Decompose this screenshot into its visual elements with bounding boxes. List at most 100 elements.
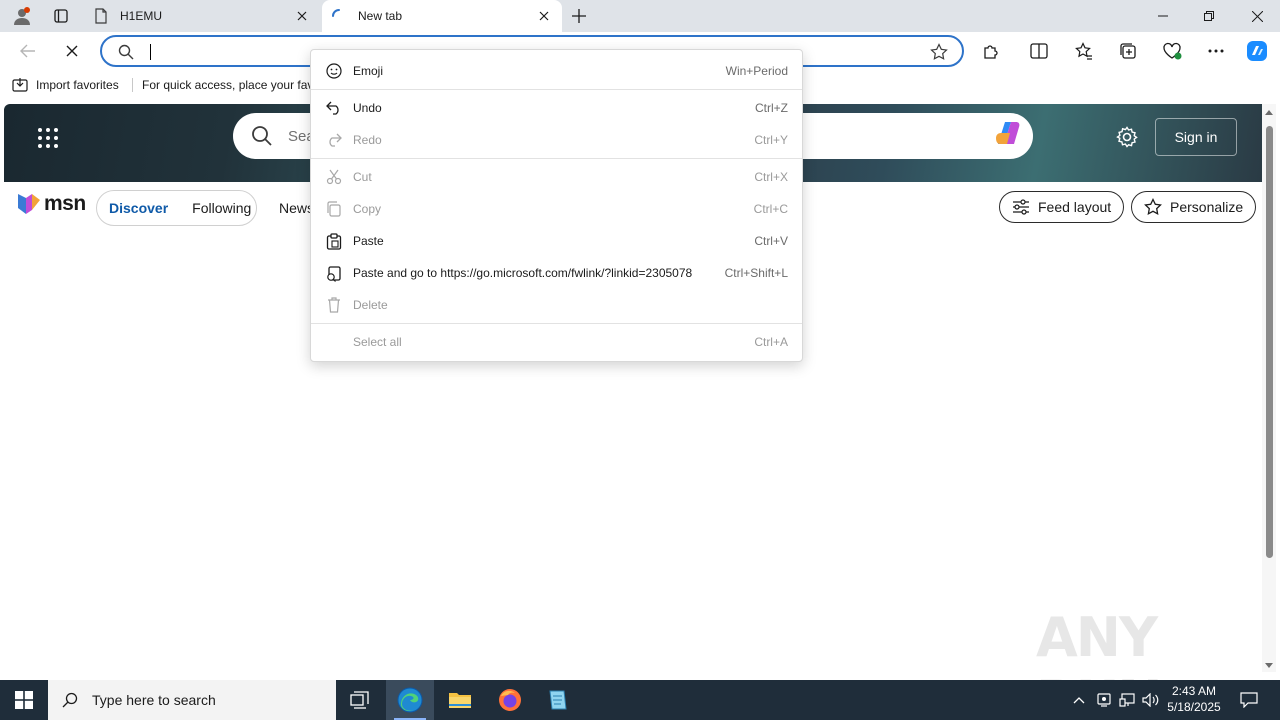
browser-essentials-button[interactable] <box>1158 37 1186 65</box>
scroll-up-icon[interactable] <box>1264 108 1274 116</box>
favorites-hint: For quick access, place your fav <box>142 78 312 92</box>
msn-logo-text: msn <box>44 192 86 215</box>
favorites-button[interactable] <box>1070 37 1098 65</box>
split-screen-icon <box>1030 43 1048 59</box>
minimize-button[interactable] <box>1140 0 1186 32</box>
menu-item-label: Paste <box>353 234 384 248</box>
close-icon <box>66 45 78 57</box>
copilot-icon[interactable] <box>992 118 1024 148</box>
feed-layout-label: Feed layout <box>1038 199 1112 215</box>
favorites-star-icon <box>1075 42 1092 60</box>
notifications-button[interactable] <box>1234 680 1264 720</box>
profile-button[interactable] <box>8 4 36 28</box>
menu-item-shortcut: Ctrl+A <box>754 335 788 349</box>
meet-now-button[interactable] <box>1094 680 1114 720</box>
close-icon <box>539 11 549 21</box>
settings-gear-icon[interactable] <box>1116 126 1138 148</box>
volume-button[interactable] <box>1140 680 1162 720</box>
app-launcher-button[interactable] <box>38 128 58 148</box>
menu-item-shortcut: Ctrl+Y <box>754 133 788 147</box>
heartbeat-icon <box>1163 42 1182 60</box>
windows-logo-icon <box>15 691 33 709</box>
network-icon <box>1119 693 1135 707</box>
start-button[interactable] <box>0 680 48 720</box>
menu-item-select-all: Select all Ctrl+A <box>311 325 802 357</box>
personalize-button[interactable]: Personalize <box>1131 191 1257 223</box>
task-view-icon <box>350 691 369 709</box>
favorite-star-icon[interactable] <box>930 43 948 61</box>
copilot-button[interactable] <box>1243 37 1271 65</box>
settings-more-button[interactable] <box>1202 37 1230 65</box>
sign-in-button[interactable]: Sign in <box>1155 118 1237 156</box>
speaker-icon <box>1142 693 1159 707</box>
menu-item-label: Select all <box>353 335 402 349</box>
sparkle-star-icon <box>1144 198 1162 216</box>
context-menu: Emoji Win+Period Undo Ctrl+Z Redo Ctrl+Y… <box>310 49 803 362</box>
scrollbar-thumb[interactable] <box>1266 126 1273 558</box>
firefox-icon <box>499 689 521 711</box>
text-cursor <box>150 44 151 60</box>
tab-close-button[interactable] <box>294 8 310 24</box>
tab-news[interactable]: News <box>279 200 314 216</box>
vertical-scrollbar[interactable] <box>1262 104 1276 672</box>
msn-butterfly-icon <box>18 194 40 214</box>
menu-item-label: Redo <box>353 133 382 147</box>
menu-item-shortcut: Ctrl+C <box>753 202 788 216</box>
import-favorites-button[interactable]: Import favorites <box>12 76 119 94</box>
page-icon <box>95 8 107 24</box>
puzzle-icon <box>984 45 998 59</box>
system-clock[interactable]: 2:43 AM 5/18/2025 <box>1164 683 1224 715</box>
extensions-button[interactable] <box>977 37 1005 65</box>
redo-icon <box>329 133 342 147</box>
menu-item-emoji[interactable]: Emoji Win+Period <box>311 54 802 86</box>
collections-button[interactable] <box>1114 37 1142 65</box>
stop-loading-button[interactable] <box>58 37 86 65</box>
favorites-divider <box>132 78 133 92</box>
menu-separator <box>311 158 802 159</box>
more-dots-icon <box>1208 49 1224 53</box>
tab-discover[interactable]: Discover <box>97 200 180 216</box>
new-tab-button[interactable] <box>566 4 592 28</box>
tab-title: New tab <box>358 9 403 23</box>
msn-logo[interactable]: msn <box>16 192 86 216</box>
scroll-down-icon[interactable] <box>1264 662 1274 670</box>
close-window-button[interactable] <box>1234 0 1280 32</box>
menu-separator <box>311 89 802 90</box>
chevron-up-icon <box>1073 697 1085 704</box>
undo-icon <box>326 101 339 115</box>
feed-layout-button[interactable]: Feed layout <box>999 191 1125 223</box>
menu-item-label: Undo <box>353 101 382 115</box>
split-screen-button[interactable] <box>1025 37 1053 65</box>
close-icon <box>1251 10 1263 22</box>
taskbar-notepad[interactable] <box>534 680 582 720</box>
taskbar-search-box[interactable]: Type here to search <box>48 680 336 720</box>
tab-close-button[interactable] <box>536 8 552 24</box>
windows-taskbar: Type here to search 2:43 AM 5/18/2025 <box>0 680 1280 720</box>
task-view-button[interactable] <box>336 680 384 720</box>
taskbar-file-explorer[interactable] <box>436 680 484 720</box>
notification-dot <box>24 7 30 13</box>
show-hidden-icons-button[interactable] <box>1068 680 1090 720</box>
folder-icon <box>449 693 471 708</box>
back-button[interactable] <box>14 37 42 65</box>
menu-item-shortcut: Ctrl+X <box>754 170 788 184</box>
menu-item-redo: Redo Ctrl+Y <box>311 123 802 155</box>
network-button[interactable] <box>1116 680 1138 720</box>
tab-following[interactable]: Following <box>180 200 263 216</box>
taskbar-firefox[interactable] <box>486 680 534 720</box>
emoji-icon <box>326 63 342 79</box>
personalize-label: Personalize <box>1170 199 1244 215</box>
search-icon <box>118 44 134 60</box>
tab-actions-button[interactable] <box>48 4 74 28</box>
cut-icon <box>326 169 342 185</box>
restore-button[interactable] <box>1186 0 1232 32</box>
menu-item-undo[interactable]: Undo Ctrl+Z <box>311 91 802 123</box>
paste-go-icon <box>327 265 341 282</box>
tab-h1emu[interactable]: H1EMU <box>84 0 320 32</box>
menu-item-paste-and-go[interactable]: Paste and go to https://go.microsoft.com… <box>311 256 802 288</box>
menu-item-paste[interactable]: Paste Ctrl+V <box>311 224 802 256</box>
notification-icon <box>1240 692 1258 708</box>
tab-new-tab[interactable]: New tab <box>322 0 562 32</box>
menu-item-shortcut: Ctrl+V <box>754 234 788 248</box>
taskbar-edge[interactable] <box>386 680 434 720</box>
